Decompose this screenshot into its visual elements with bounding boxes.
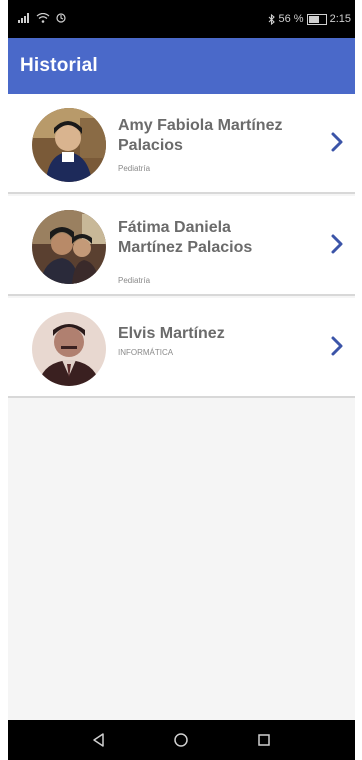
avatar <box>32 210 106 284</box>
status-left <box>18 13 68 23</box>
contact-name-line2: Martínez Palacios <box>118 239 253 256</box>
contact-name: Amy Fabiola Martínez Palacios <box>118 116 308 156</box>
contact-subtitle: Pediatría <box>118 164 151 173</box>
chevron-right-icon[interactable] <box>329 130 345 154</box>
contact-name-line1: Elvis Martínez <box>118 325 225 342</box>
sync-icon <box>56 13 66 23</box>
contact-name: Elvis Martínez <box>118 324 308 344</box>
app-bar: Historial <box>8 38 355 94</box>
bluetooth-icon <box>268 13 275 25</box>
recents-button[interactable] <box>250 726 278 754</box>
battery-level <box>308 15 319 23</box>
wifi-icon <box>36 13 50 23</box>
contact-subtitle: INFORMÁTICA <box>118 348 174 357</box>
history-list: Amy Fabiola Martínez Palacios Pediatría <box>8 94 355 398</box>
battery-icon <box>306 13 327 25</box>
chevron-right-icon[interactable] <box>329 334 345 358</box>
home-icon <box>174 733 189 747</box>
status-right: 56 % 2:15 <box>268 13 351 25</box>
app-frame: 56 % 2:15 Historial Amy Fabiola Martínez… <box>8 0 355 760</box>
history-item-amy[interactable]: Amy Fabiola Martínez Palacios Pediatría <box>8 94 355 194</box>
battery-percentage: 56 % <box>278 13 304 25</box>
contact-name-line2: Palacios <box>118 137 183 154</box>
status-bar: 56 % 2:15 <box>8 0 355 38</box>
history-item-fatima[interactable]: Fátima Daniela Martínez Palacios Pediatr… <box>8 196 355 296</box>
avatar <box>32 312 106 386</box>
back-icon <box>93 733 104 747</box>
status-time: 2:15 <box>329 13 351 25</box>
recents-icon <box>258 734 270 746</box>
back-button[interactable] <box>85 726 113 754</box>
avatar <box>32 108 106 182</box>
signal-icon <box>18 13 29 23</box>
page-title: Historial <box>20 55 98 76</box>
home-button[interactable] <box>167 726 195 754</box>
history-item-elvis[interactable]: Elvis Martínez INFORMÁTICA <box>8 298 355 398</box>
contact-subtitle: Pediatría <box>118 276 151 285</box>
contact-name-line1: Amy Fabiola Martínez <box>118 117 283 134</box>
navigation-bar <box>8 720 355 760</box>
contact-name: Fátima Daniela Martínez Palacios <box>118 218 308 258</box>
contact-name-line1: Fátima Daniela <box>118 219 231 236</box>
chevron-right-icon[interactable] <box>329 232 345 256</box>
